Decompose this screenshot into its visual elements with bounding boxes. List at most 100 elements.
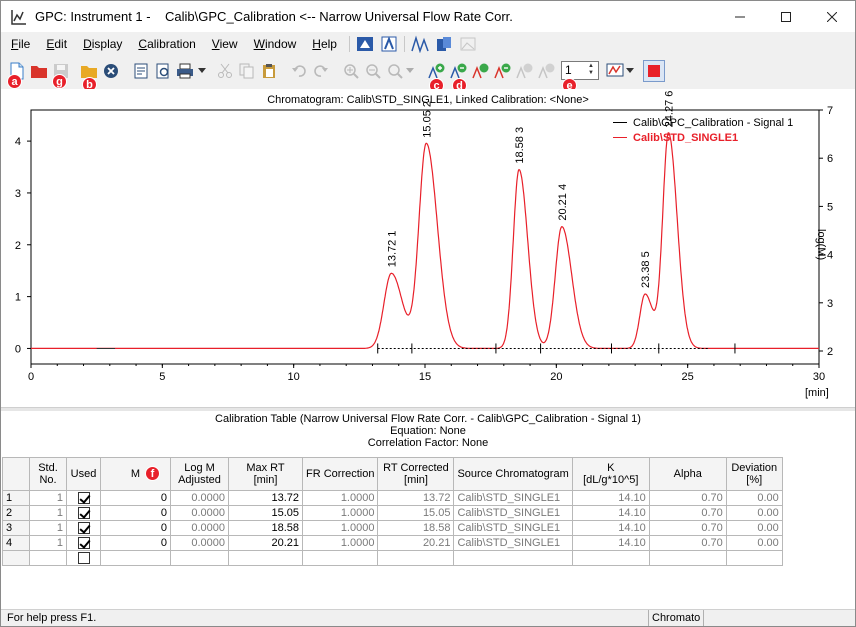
menu-help[interactable]: Help bbox=[306, 37, 343, 51]
col-rt-corrected[interactable]: RT Corrected [min] bbox=[377, 457, 455, 491]
table-row[interactable]: 4 1 0 0.0000 20.21 1.0000 20.21 Calib\STD_SINGL… bbox=[2, 535, 783, 551]
menu-calibration[interactable]: Calibration bbox=[132, 37, 201, 51]
cell-used[interactable] bbox=[66, 550, 101, 566]
zoom-icon[interactable] bbox=[385, 61, 405, 81]
col-k[interactable]: K [dL/g*10^5] bbox=[571, 457, 650, 491]
row-header[interactable] bbox=[2, 550, 30, 566]
cell-std-no[interactable]: 1 bbox=[29, 535, 67, 551]
table-row[interactable]: 3 1 0 0.0000 18.58 1.0000 18.58 Calib\STD_SINGL… bbox=[2, 520, 783, 536]
row-header[interactable]: 4 bbox=[2, 535, 30, 551]
print-dropdown-icon[interactable] bbox=[197, 61, 207, 81]
update-peak-icon[interactable] bbox=[471, 61, 491, 81]
used-checkbox[interactable] bbox=[77, 522, 90, 535]
cell-std-no[interactable]: 1 bbox=[29, 490, 67, 506]
menu-edit[interactable]: Edit bbox=[40, 37, 73, 51]
menu-view[interactable]: View bbox=[206, 37, 244, 51]
open-calibration-icon[interactable] bbox=[29, 61, 49, 81]
zoom-dropdown-icon[interactable] bbox=[405, 61, 415, 81]
cell-logm: 0.0000 bbox=[170, 490, 229, 506]
cut-icon[interactable] bbox=[215, 61, 235, 81]
empty-cell[interactable] bbox=[301, 550, 379, 566]
cell-std-no[interactable] bbox=[29, 550, 67, 566]
used-checkbox[interactable] bbox=[77, 552, 90, 565]
cell-used[interactable] bbox=[66, 505, 101, 521]
cell-m[interactable]: 0 bbox=[100, 535, 171, 551]
print-preview-icon[interactable] bbox=[131, 61, 151, 81]
print-icon[interactable] bbox=[175, 61, 195, 81]
search-icon[interactable] bbox=[153, 61, 173, 81]
table-row-new[interactable] bbox=[2, 550, 783, 566]
cell-alpha: 0.70 bbox=[648, 535, 727, 551]
col-fr-correction[interactable]: FR Correction bbox=[301, 457, 379, 491]
display-options-icon[interactable] bbox=[605, 61, 625, 81]
image-icon[interactable] bbox=[459, 35, 477, 53]
maximize-icon[interactable] bbox=[763, 1, 809, 32]
close-file-icon[interactable] bbox=[101, 61, 121, 81]
cell-m[interactable]: 0 bbox=[100, 490, 171, 506]
cell-maxrt[interactable]: 20.21 bbox=[228, 535, 303, 551]
report-icon[interactable] bbox=[435, 35, 453, 53]
used-checkbox[interactable] bbox=[77, 507, 90, 520]
close-icon[interactable] bbox=[809, 1, 855, 32]
col-source[interactable]: Source Chromatogram bbox=[453, 457, 573, 491]
used-checkbox[interactable] bbox=[77, 537, 90, 550]
sequence-icon[interactable] bbox=[380, 35, 398, 53]
empty-cell[interactable] bbox=[377, 550, 455, 566]
cell-maxrt[interactable]: 18.58 bbox=[228, 520, 303, 536]
calibration-table[interactable]: Std. No. Used M f Log M Adjusted Max RT [mi… bbox=[2, 457, 783, 566]
corner-cell[interactable] bbox=[2, 457, 30, 491]
cell-used[interactable] bbox=[66, 490, 101, 506]
empty-cell[interactable] bbox=[170, 550, 229, 566]
empty-cell[interactable] bbox=[453, 550, 573, 566]
cell-maxrt[interactable]: 13.72 bbox=[228, 490, 303, 506]
empty-cell[interactable] bbox=[725, 550, 783, 566]
y2-tick-label: 6 bbox=[827, 153, 833, 165]
menu-bar: File Edit Display Calibration View Windo… bbox=[1, 32, 855, 56]
spinner-arrows-icon[interactable]: ▲ ▼ bbox=[588, 63, 597, 77]
table-row[interactable]: 2 1 0 0.0000 15.05 1.0000 15.05 Calib\STD_SINGL… bbox=[2, 505, 783, 521]
used-checkbox[interactable] bbox=[77, 492, 90, 505]
zoom-out-icon[interactable] bbox=[363, 61, 383, 81]
col-std-no[interactable]: Std. No. bbox=[29, 457, 67, 491]
undo-icon[interactable] bbox=[289, 61, 309, 81]
remove-level-icon[interactable] bbox=[537, 61, 557, 81]
zoom-in-icon[interactable] bbox=[341, 61, 361, 81]
empty-cell[interactable] bbox=[571, 550, 650, 566]
menu-file[interactable]: File bbox=[5, 37, 36, 51]
col-deviation[interactable]: Deviation [%] bbox=[725, 457, 783, 491]
y-tick-label: 3 bbox=[15, 188, 21, 200]
copy-icon[interactable] bbox=[237, 61, 257, 81]
paste-icon[interactable] bbox=[259, 61, 279, 81]
empty-cell[interactable] bbox=[100, 550, 171, 566]
row-header[interactable]: 3 bbox=[2, 520, 30, 536]
remove-peak-icon[interactable] bbox=[515, 61, 535, 81]
col-used[interactable]: Used bbox=[66, 457, 101, 491]
cell-used[interactable] bbox=[66, 535, 101, 551]
row-header[interactable]: 1 bbox=[2, 490, 30, 506]
redo-icon[interactable] bbox=[311, 61, 331, 81]
col-maxrt[interactable]: Max RT [min] bbox=[228, 457, 303, 491]
cell-m[interactable]: 0 bbox=[100, 505, 171, 521]
cell-maxrt[interactable]: 15.05 bbox=[228, 505, 303, 521]
chromatogram-panel[interactable]: Chromatogram: Calib\STD_SINGLE1, Linked … bbox=[1, 89, 855, 407]
method-icon[interactable] bbox=[356, 35, 374, 53]
update-level-icon[interactable] bbox=[493, 61, 513, 81]
peak-view-icon[interactable] bbox=[411, 35, 429, 53]
table-row[interactable]: 1 1 0 0.0000 13.72 1.0000 13.72 Calib\STD_SINGL… bbox=[2, 490, 783, 506]
row-header[interactable]: 2 bbox=[2, 505, 30, 521]
empty-cell[interactable] bbox=[228, 550, 303, 566]
empty-cell[interactable] bbox=[648, 550, 727, 566]
cell-used[interactable] bbox=[66, 520, 101, 536]
menu-display[interactable]: Display bbox=[77, 37, 128, 51]
cell-std-no[interactable]: 1 bbox=[29, 520, 67, 536]
menu-window[interactable]: Window bbox=[248, 37, 303, 51]
cell-std-no[interactable]: 1 bbox=[29, 505, 67, 521]
minimize-icon[interactable] bbox=[717, 1, 763, 32]
display-dropdown-icon[interactable] bbox=[625, 61, 635, 81]
stop-button[interactable] bbox=[643, 60, 665, 82]
col-logm[interactable]: Log M Adjusted bbox=[170, 457, 229, 491]
col-alpha[interactable]: Alpha bbox=[648, 457, 727, 491]
signal-spinner[interactable]: 1 ▲ ▼ bbox=[561, 61, 599, 80]
col-m[interactable]: M f bbox=[100, 457, 171, 491]
cell-m[interactable]: 0 bbox=[100, 520, 171, 536]
